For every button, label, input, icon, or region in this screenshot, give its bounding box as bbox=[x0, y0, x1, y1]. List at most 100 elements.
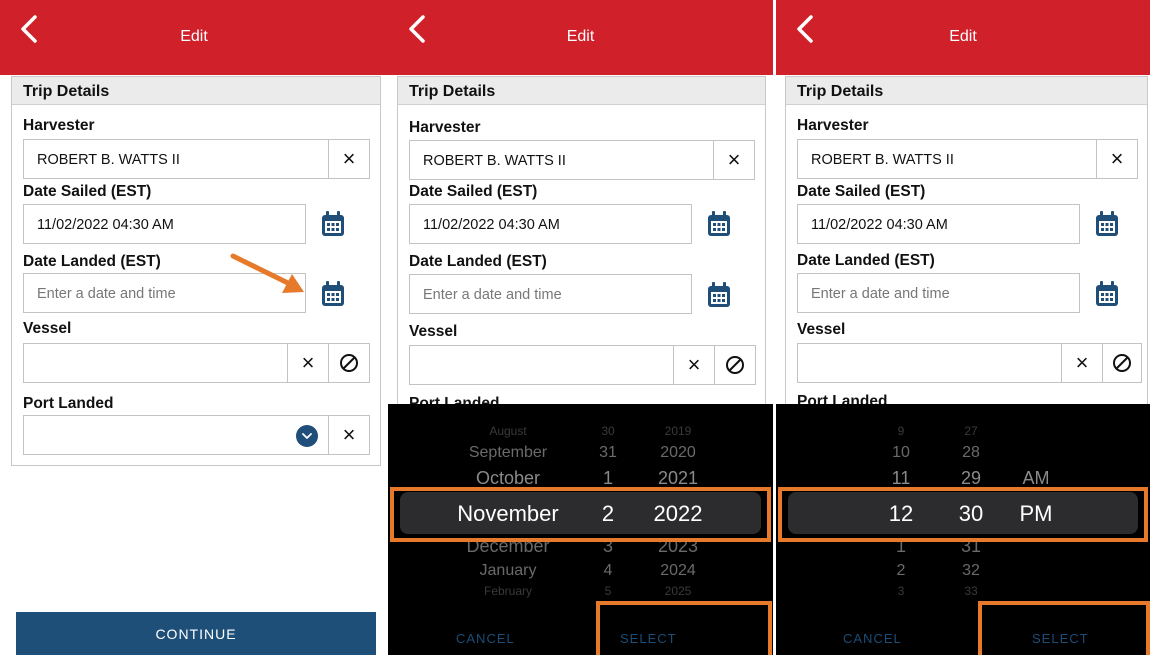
hour-option[interactable]: 1 bbox=[871, 536, 931, 557]
header-bar: Edit bbox=[0, 0, 388, 75]
harvester-field[interactable]: ROBERT B. WATTS II bbox=[409, 140, 714, 180]
month-option[interactable]: August bbox=[418, 424, 598, 438]
date-landed-calendar-button[interactable] bbox=[1095, 281, 1119, 307]
date-sailed-field[interactable]: 11/02/2022 04:30 AM bbox=[797, 204, 1080, 244]
day-option[interactable]: 30 bbox=[583, 424, 633, 438]
close-icon: × bbox=[727, 147, 741, 172]
port-landed-select[interactable] bbox=[23, 415, 329, 455]
period-selected[interactable]: PM bbox=[1006, 501, 1066, 527]
day-selected[interactable]: 2 bbox=[583, 501, 633, 527]
cancel-button[interactable]: CANCEL bbox=[843, 631, 902, 646]
year-selected[interactable]: 2022 bbox=[638, 501, 718, 527]
date-sailed-value: 11/02/2022 04:30 AM bbox=[423, 217, 560, 233]
port-landed-label: Port Landed bbox=[23, 395, 114, 412]
date-landed-placeholder: Enter a date and time bbox=[811, 286, 950, 302]
header-bar: Edit bbox=[776, 0, 1150, 75]
day-option[interactable]: 5 bbox=[583, 584, 633, 598]
vessel-field[interactable] bbox=[797, 343, 1062, 383]
calendar-icon bbox=[322, 281, 344, 306]
clear-harvester-button[interactable]: × bbox=[328, 139, 370, 179]
vessel-field[interactable] bbox=[23, 343, 288, 383]
close-icon: × bbox=[342, 422, 356, 447]
minute-selected[interactable]: 30 bbox=[941, 501, 1001, 527]
harvester-field[interactable]: ROBERT B. WATTS II bbox=[23, 139, 329, 179]
clear-harvester-button[interactable]: × bbox=[1096, 139, 1138, 179]
no-vessel-button[interactable] bbox=[328, 343, 370, 383]
date-landed-calendar-button[interactable] bbox=[707, 282, 731, 308]
date-landed-calendar-button[interactable] bbox=[321, 281, 345, 307]
hour-option[interactable]: 10 bbox=[871, 444, 931, 462]
hour-option[interactable]: 11 bbox=[871, 468, 931, 489]
clear-harvester-button[interactable]: × bbox=[713, 140, 755, 180]
day-option[interactable]: 31 bbox=[583, 444, 633, 462]
year-wheel[interactable]: 2019 2020 2021 2022 2023 2024 2025 bbox=[638, 404, 718, 624]
date-landed-field[interactable]: Enter a date and time bbox=[409, 274, 692, 314]
card-header: Trip Details bbox=[786, 77, 1147, 105]
minute-option[interactable]: 32 bbox=[941, 562, 1001, 580]
hour-selected[interactable]: 12 bbox=[871, 501, 931, 527]
year-option[interactable]: 2023 bbox=[638, 536, 718, 557]
card-title: Trip Details bbox=[797, 83, 884, 100]
day-option[interactable]: 3 bbox=[583, 536, 633, 557]
date-sailed-calendar-button[interactable] bbox=[707, 211, 731, 237]
minute-option[interactable]: 28 bbox=[941, 444, 1001, 462]
close-icon: × bbox=[687, 352, 701, 377]
minute-wheel[interactable]: 27 28 29 30 31 32 33 bbox=[941, 404, 1001, 624]
harvester-field[interactable]: ROBERT B. WATTS II bbox=[797, 139, 1097, 179]
date-sailed-field[interactable]: 11/02/2022 04:30 AM bbox=[23, 204, 306, 244]
screen-edit-form: Edit Trip Details Harvester ROBERT B. WA… bbox=[0, 0, 388, 655]
hour-option[interactable]: 2 bbox=[871, 562, 931, 580]
minute-option[interactable]: 31 bbox=[941, 536, 1001, 557]
harvester-label: Harvester bbox=[23, 117, 95, 134]
year-option[interactable]: 2025 bbox=[638, 584, 718, 598]
period-wheel[interactable]: AM PM bbox=[1006, 404, 1066, 624]
date-sailed-field[interactable]: 11/02/2022 04:30 AM bbox=[409, 204, 692, 244]
minute-option[interactable]: 29 bbox=[941, 468, 1001, 489]
month-option[interactable]: December bbox=[418, 536, 598, 557]
no-vessel-button[interactable] bbox=[714, 345, 756, 385]
date-picker-sheet: August September October November Decemb… bbox=[388, 404, 773, 655]
year-option[interactable]: 2020 bbox=[638, 444, 718, 462]
hour-option[interactable]: 3 bbox=[871, 584, 931, 598]
vessel-field[interactable] bbox=[409, 345, 674, 385]
year-option[interactable]: 2021 bbox=[638, 468, 718, 489]
day-wheel[interactable]: 30 31 1 2 3 4 5 bbox=[583, 404, 633, 624]
day-option[interactable]: 1 bbox=[583, 468, 633, 489]
year-option[interactable]: 2024 bbox=[638, 562, 718, 580]
select-button[interactable]: SELECT bbox=[620, 631, 677, 646]
period-option[interactable]: AM bbox=[1006, 468, 1066, 489]
month-option[interactable]: February bbox=[418, 584, 598, 598]
minute-option[interactable]: 33 bbox=[941, 584, 1001, 598]
hour-wheel[interactable]: 9 10 11 12 1 2 3 bbox=[871, 404, 931, 624]
vessel-label: Vessel bbox=[23, 320, 72, 337]
month-option[interactable]: October bbox=[418, 468, 598, 489]
month-wheel[interactable]: August September October November Decemb… bbox=[418, 404, 598, 624]
month-option[interactable]: September bbox=[418, 444, 598, 462]
annotation-arrow bbox=[230, 253, 304, 293]
clear-vessel-button[interactable]: × bbox=[287, 343, 329, 383]
date-sailed-calendar-button[interactable] bbox=[321, 211, 345, 237]
minute-option[interactable]: 27 bbox=[941, 424, 1001, 438]
date-landed-field[interactable]: Enter a date and time bbox=[797, 273, 1080, 313]
date-landed-label: Date Landed (EST) bbox=[797, 252, 935, 269]
continue-button[interactable]: CONTINUE bbox=[16, 612, 376, 655]
clear-port-button[interactable]: × bbox=[328, 415, 370, 455]
month-selected[interactable]: November bbox=[418, 501, 598, 527]
page-title: Edit bbox=[949, 28, 977, 45]
date-sailed-calendar-button[interactable] bbox=[1095, 211, 1119, 237]
select-button[interactable]: SELECT bbox=[1032, 631, 1089, 646]
harvester-value: ROBERT B. WATTS II bbox=[37, 152, 180, 168]
no-vessel-button[interactable] bbox=[1102, 343, 1142, 383]
page-title: Edit bbox=[566, 28, 595, 45]
hour-option[interactable]: 9 bbox=[871, 424, 931, 438]
ban-icon bbox=[726, 356, 744, 374]
clear-vessel-button[interactable]: × bbox=[673, 345, 715, 385]
day-option[interactable]: 4 bbox=[583, 562, 633, 580]
clear-vessel-button[interactable]: × bbox=[1061, 343, 1103, 383]
harvester-label: Harvester bbox=[797, 117, 869, 134]
card-title: Trip Details bbox=[409, 83, 496, 100]
dropdown-button[interactable] bbox=[296, 425, 318, 447]
month-option[interactable]: January bbox=[418, 562, 598, 580]
cancel-button[interactable]: CANCEL bbox=[456, 631, 515, 646]
year-option[interactable]: 2019 bbox=[638, 424, 718, 438]
